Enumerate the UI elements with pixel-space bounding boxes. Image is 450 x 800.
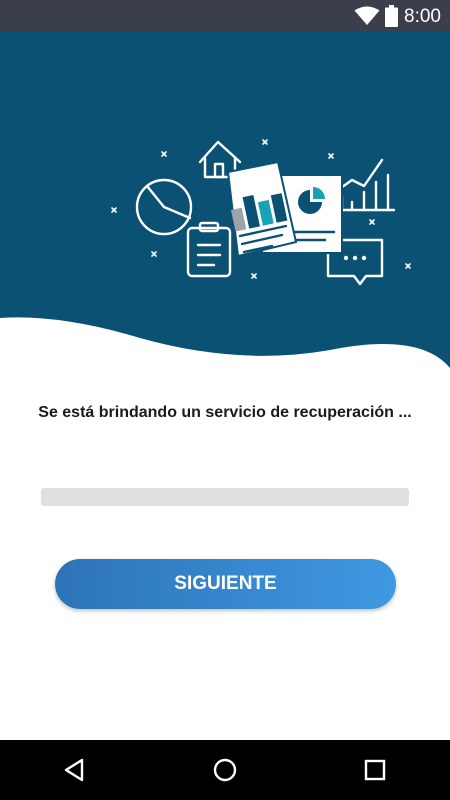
navigation-bar xyxy=(0,740,450,800)
wifi-icon xyxy=(354,6,380,25)
status-bar: 8:00 xyxy=(0,0,450,32)
recents-icon[interactable] xyxy=(360,755,390,785)
battery-icon xyxy=(385,5,398,27)
back-icon[interactable] xyxy=(60,755,90,785)
next-button[interactable]: SIGUIENTE xyxy=(55,559,396,609)
progress-bar xyxy=(41,488,409,506)
status-time: 8:00 xyxy=(404,6,441,27)
recovery-message: Se está brindando un servicio de recuper… xyxy=(38,404,412,421)
hero-illustration xyxy=(0,32,450,368)
hero-background xyxy=(0,32,450,368)
home-icon[interactable] xyxy=(210,755,240,785)
